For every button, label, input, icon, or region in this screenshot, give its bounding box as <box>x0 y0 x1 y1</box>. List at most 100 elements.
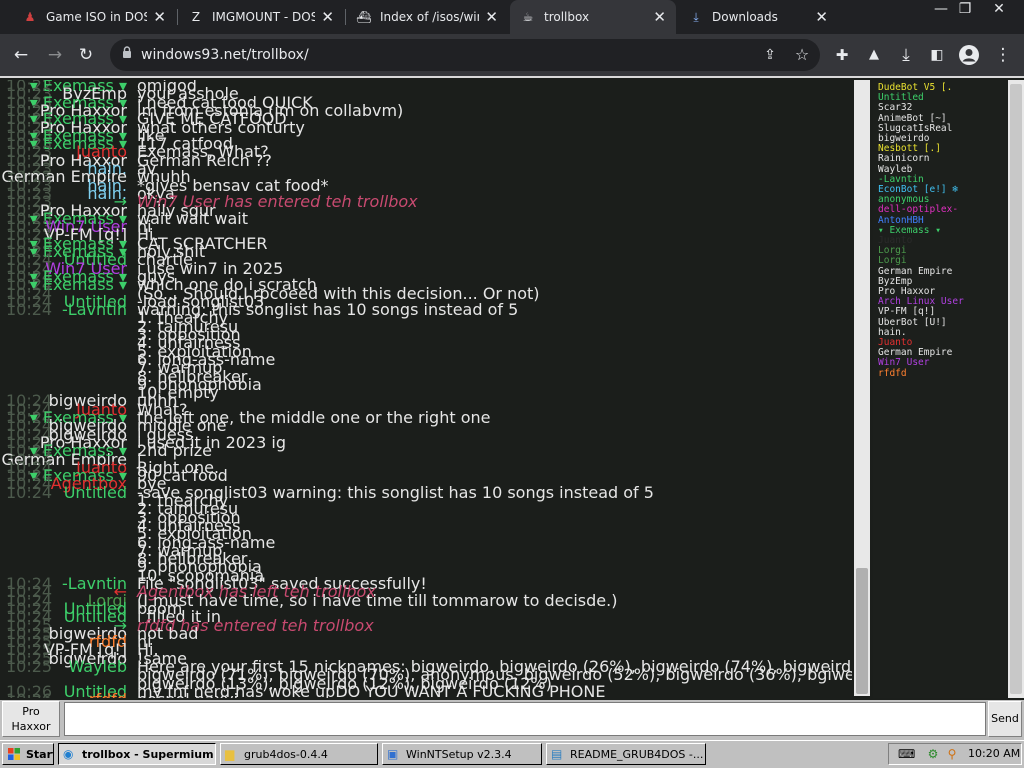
close-window-button[interactable]: ✕ <box>982 0 1016 18</box>
chat-line: 10:24 ▾ Exemass ▾ 90 cat food <box>0 468 852 483</box>
chat-line: 10:25 bigweirdo not bad <box>0 626 852 641</box>
chat-line: 6. long-ass-name <box>0 534 852 549</box>
chat-line: 9. phonophobia <box>0 559 852 574</box>
share-icon[interactable]: ⇪ <box>757 42 783 68</box>
user-list-scrollbar[interactable] <box>1008 80 1024 698</box>
chat-message: wait wait wait <box>137 208 248 228</box>
notepad-icon: ▤ <box>551 747 563 761</box>
tab-title: IMGMOUNT - DOSB <box>212 10 316 24</box>
chat-line: 10:23 Juanto Exemass, What? <box>0 144 852 159</box>
taskbar-task-1[interactable]: ◉ trollbox - Supermium <box>58 743 216 765</box>
chat-line: 1. thearchy <box>0 493 852 508</box>
download-icon[interactable]: ⤓ <box>893 42 919 68</box>
tab-close-icon[interactable]: ✕ <box>653 8 666 26</box>
chat-line: 6. long-ass-name <box>0 352 852 367</box>
message-input[interactable] <box>64 702 986 736</box>
tab-close-icon[interactable]: ✕ <box>485 8 498 26</box>
chat-line: 10:23 VP-FM [q!] Hi. <box>0 227 852 242</box>
chat-nick[interactable]: -Lavntin <box>62 302 127 317</box>
restore-window-button[interactable]: ❐ <box>948 0 982 18</box>
windows-logo-icon <box>7 747 21 761</box>
chat-line: 10:24 -Lavntin warning: this songlist has … <box>0 300 852 320</box>
tab-close-icon[interactable]: ✕ <box>815 8 828 26</box>
user-list-item[interactable]: Lorgi <box>878 256 907 266</box>
side-panel-icon[interactable]: ◧ <box>924 42 950 68</box>
chat-line: 10:24 -Lavntin File "songlist03" saved suc… <box>0 576 852 591</box>
nickname-button[interactable]: Pro Haxxor <box>2 701 60 737</box>
tab-2[interactable]: Z IMGMOUNT - DOSB ✕ <box>178 0 344 34</box>
start-button[interactable]: Start <box>2 743 54 765</box>
chat-scrollbar-thumb[interactable] <box>856 568 868 694</box>
chat-line: 10:24 Juanto Right one. <box>0 460 852 475</box>
chat-line: 10:23 ▾ Exemass ▾ wait wait wait <box>0 208 852 228</box>
user-list-item[interactable]: rfdfd <box>878 368 907 379</box>
taskbar-task-label: trollbox - Supermium <box>82 747 214 761</box>
taskbar-task-2[interactable]: ▆ grub4dos-0.4.4 <box>220 743 378 765</box>
user-list-item[interactable]: Rainicorn <box>878 154 929 164</box>
taskbar-task-label: grub4dos-0.4.4 <box>244 747 328 761</box>
taskbar-task-3[interactable]: ▣ WinNTSetup v2.3.4 <box>382 743 542 765</box>
user-list: DudeBot V5 [. Untitled Scar32 AnimeBot [~] S… <box>873 80 1007 698</box>
network-icon[interactable]: ⚙ <box>925 747 941 761</box>
chat-nick[interactable]: Wayleb <box>68 659 127 674</box>
forward-button[interactable]: → <box>42 42 68 68</box>
chat-line: 5. exploitation <box>0 343 852 358</box>
reload-button[interactable]: ↻ <box>73 42 99 68</box>
chat-line: 10:24 ▾ Exemass ▾ guys <box>0 269 852 284</box>
chat-line: 10:23 Win7 User hi <box>0 219 852 234</box>
back-button[interactable]: ← <box>8 42 34 68</box>
url-text[interactable]: windows93.net/trollbox/ <box>141 44 309 66</box>
labs-flask-icon[interactable]: ▲ <box>861 42 887 68</box>
chat-line: 10:24 Win7 User i use win7 in 2025 <box>0 260 852 275</box>
chat-line: 10:23 hain. okya <box>0 186 852 201</box>
chat-log: 10:22 ▾ Exemass ▾ omigod 10:23 ByzEmp your as… <box>0 80 852 698</box>
keyboard-icon[interactable]: ⌨ <box>898 747 915 761</box>
chat-line: 2. taimuresu <box>0 501 852 516</box>
user-list-item[interactable]: Scar32 <box>878 103 912 113</box>
browser-menu-icon[interactable]: ⋮ <box>990 42 1016 68</box>
extensions-puzzle-icon[interactable]: ✚ <box>829 42 855 68</box>
chat-timestamp: 10:26 <box>6 692 52 698</box>
tab-5[interactable]: ⤓ Downloads ✕ <box>678 0 838 34</box>
chat-line: 10:23 Pro Haxxor haily sgur <box>0 202 852 217</box>
chat-line: 10:26 Untitled my fnf nerd has woke upDO Y… <box>0 684 852 698</box>
profile-avatar-icon[interactable] <box>956 42 982 68</box>
chat-nick[interactable]: Untitled <box>64 485 127 500</box>
taskbar-task-4[interactable]: ▤ README_GRUB4DOS -... <box>546 743 706 765</box>
chat-line: 10:23 ▾ Exemass ▾ i need cat food QUICK <box>0 94 852 109</box>
user-list-scrollbar-thumb[interactable] <box>1010 84 1022 694</box>
tab-3[interactable]: ⛴ Index of /isos/windo ✕ <box>346 0 508 34</box>
chat-timestamp: 10:24 <box>6 300 53 320</box>
chat-message: German Reich ?? <box>137 150 272 170</box>
wiki-z-icon: Z <box>191 10 201 24</box>
ship-icon: ⛴ <box>356 10 372 24</box>
user-list-item[interactable]: VP-FM [q!] <box>878 307 935 317</box>
chat-line: 10:23 → Win7 User has entered teh trollbox <box>0 194 852 209</box>
chat-line: 10:25 rfdfd hi <box>0 634 852 649</box>
tab-title: Index of /isos/windo <box>380 10 479 24</box>
user-list-item[interactable]: dell-optiplex- <box>878 205 958 215</box>
tab-1[interactable]: ♟ Game ISO in DOSB ✕ <box>12 0 176 34</box>
chat-line: 10:24 Untitled i filled it in <box>0 609 852 624</box>
bookmark-star-icon[interactable]: ☆ <box>789 42 815 68</box>
chat-line: 10:25 → rfdfd has entered teh trollbox <box>0 617 852 632</box>
chat-line: 10:24 ▾ Exemass ▾ the left one, the middle… <box>0 410 852 425</box>
chat-line: 10:23 Pro Haxxor German Reich ?? <box>0 150 852 170</box>
chat-line: 10:24 bigweirdo middle one <box>0 418 852 433</box>
chat-scrollbar[interactable] <box>854 80 870 696</box>
taskbar-task-label: WinNTSetup v2.3.4 <box>406 747 512 761</box>
send-button[interactable]: Send <box>988 701 1022 737</box>
chat-line: 7. warmup <box>0 543 852 558</box>
tab-close-icon[interactable]: ✕ <box>321 8 334 26</box>
tab-close-icon[interactable]: ✕ <box>153 8 166 26</box>
chat-line: 10:24 bigweirdo i guess <box>0 426 852 441</box>
folder-icon: ▆ <box>225 747 235 761</box>
lock-icon[interactable] <box>118 46 136 64</box>
tab-4[interactable]: ☕ trollbox ✕ <box>510 0 676 34</box>
search-icon[interactable]: ⚲ <box>944 747 960 761</box>
chat-line: 10:24 Untitled chartie <box>0 252 852 267</box>
chat-line: 3. opposition <box>0 327 852 342</box>
user-list-item[interactable]: Win7 User <box>878 358 929 368</box>
chat-nick[interactable]: rfdfd <box>89 692 127 698</box>
chat-line: 10:24 Untitled boom <box>0 601 852 616</box>
